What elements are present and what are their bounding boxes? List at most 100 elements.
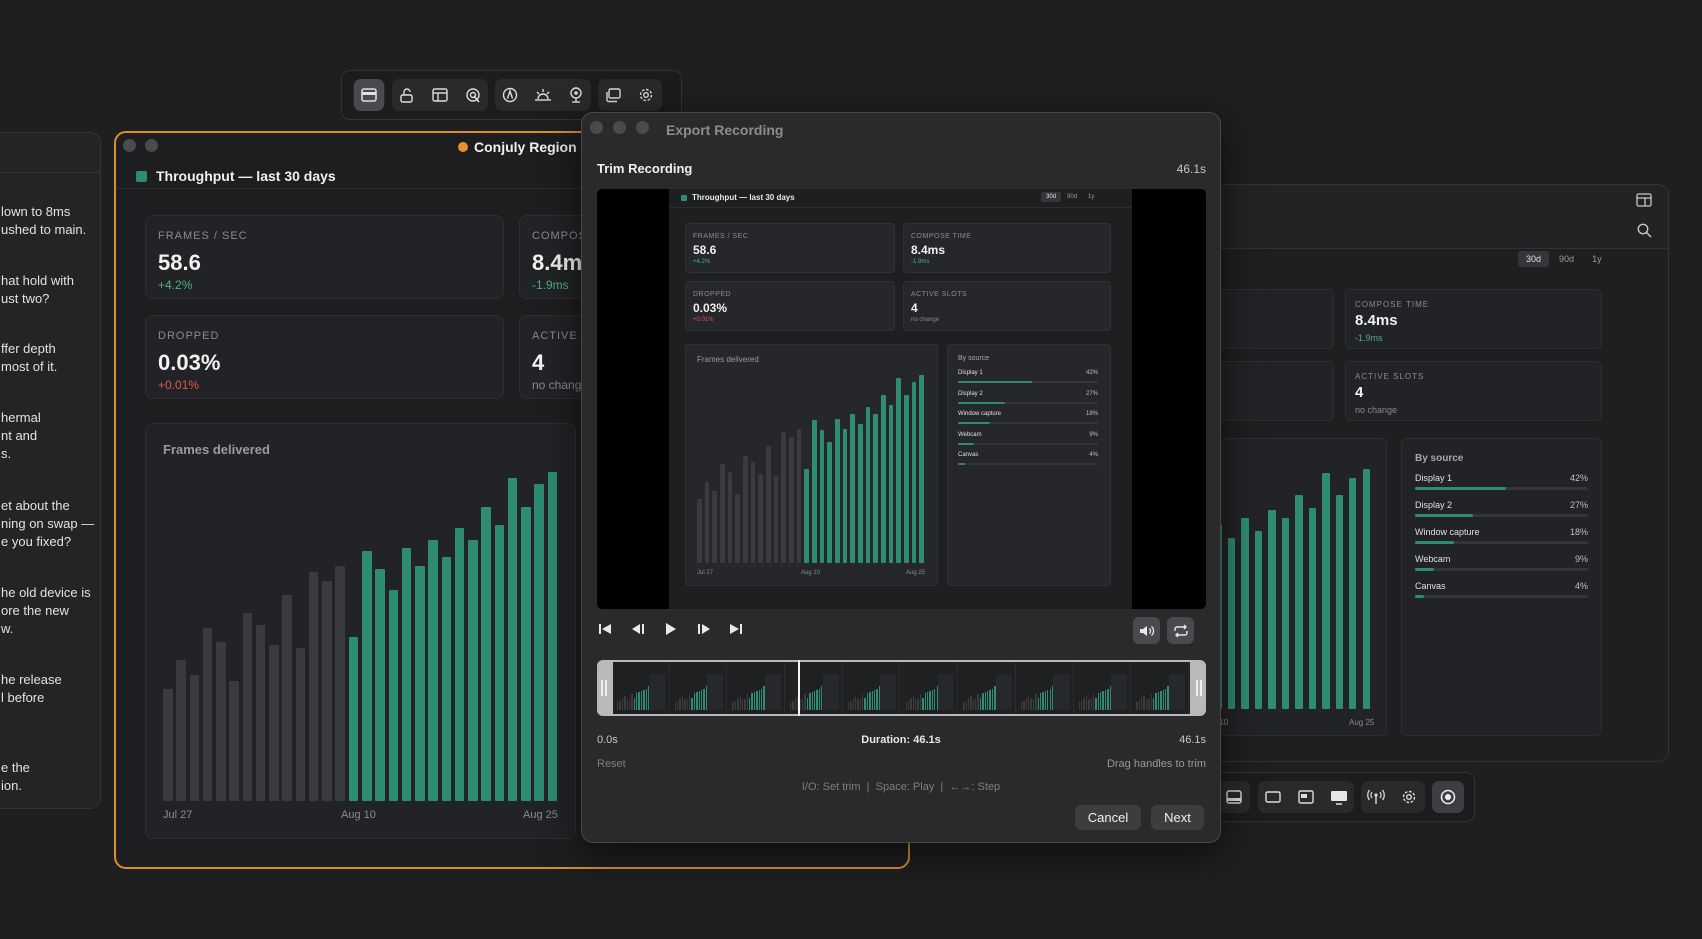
chart-bar bbox=[858, 423, 863, 563]
chart-bar bbox=[295, 648, 306, 801]
trim-hint: Drag handles to trim bbox=[1106, 758, 1206, 770]
dimmer-icon[interactable] bbox=[528, 79, 558, 111]
filmstrip-bar bbox=[859, 698, 862, 710]
filmstrip-bar bbox=[934, 688, 936, 710]
filmstrip-bar bbox=[693, 693, 696, 710]
filmstrip-bar bbox=[1083, 698, 1085, 710]
filmstrip-bar bbox=[847, 701, 850, 710]
trim-timeline[interactable] bbox=[597, 660, 1206, 716]
cancel-button[interactable]: Cancel bbox=[1075, 805, 1141, 830]
webcam-icon[interactable] bbox=[561, 79, 591, 111]
step-forward-button[interactable] bbox=[691, 616, 717, 642]
skip-to-start-button[interactable] bbox=[592, 616, 618, 642]
window-capture-icon[interactable] bbox=[354, 79, 384, 111]
filmstrip-bar bbox=[1028, 696, 1030, 710]
x-tick-label: Aug 10 bbox=[341, 809, 376, 821]
filmstrip-frame bbox=[843, 662, 901, 714]
filmstrip-panel bbox=[880, 674, 897, 710]
volume-icon[interactable] bbox=[1133, 617, 1160, 644]
chart-bar bbox=[362, 551, 372, 801]
filmstrip-bar bbox=[864, 698, 866, 710]
next-button[interactable]: Next bbox=[1151, 805, 1204, 830]
screen-icon[interactable] bbox=[1324, 781, 1354, 813]
filmstrip-bar bbox=[684, 698, 686, 710]
window-capture-icon[interactable] bbox=[1219, 781, 1249, 813]
gear-icon[interactable] bbox=[1394, 781, 1424, 813]
filmstrip-bar bbox=[696, 691, 698, 710]
skip-to-end-button[interactable] bbox=[723, 616, 749, 642]
filmstrip-bar bbox=[688, 693, 691, 710]
step-back-button[interactable] bbox=[625, 616, 651, 642]
filmstrip-bar bbox=[1042, 691, 1044, 710]
copy-windows-icon[interactable] bbox=[598, 79, 628, 111]
source-percent: 42% bbox=[1085, 370, 1098, 376]
filmstrip-frame bbox=[959, 662, 1016, 714]
display-icon[interactable] bbox=[1258, 781, 1288, 813]
trim-handle-start[interactable] bbox=[601, 680, 607, 696]
layout-icon[interactable] bbox=[1291, 781, 1321, 813]
reset-trim-link[interactable]: Reset bbox=[597, 758, 626, 770]
play-button[interactable] bbox=[658, 616, 684, 642]
source-name: Display 1 bbox=[958, 370, 983, 376]
filmstrip-bar bbox=[854, 696, 857, 710]
minimize-window-button[interactable] bbox=[145, 139, 158, 152]
chart-bar bbox=[697, 499, 702, 563]
filmstrip-bar bbox=[756, 690, 758, 710]
filmstrip-bar bbox=[987, 690, 989, 710]
source-row: Display 2 27% bbox=[958, 391, 1098, 410]
gear-icon[interactable] bbox=[631, 79, 661, 111]
pen-icon[interactable] bbox=[495, 79, 525, 111]
chart-bar bbox=[189, 674, 200, 801]
search-icon[interactable] bbox=[1637, 223, 1652, 243]
filmstrip-bar bbox=[679, 698, 681, 710]
source-row: Display 1 42% bbox=[1415, 473, 1588, 498]
range-30d[interactable]: 30d bbox=[1518, 251, 1550, 267]
filmstrip-bar bbox=[876, 688, 878, 710]
close-window-button[interactable] bbox=[123, 139, 136, 152]
playhead[interactable] bbox=[797, 660, 800, 716]
record-icon[interactable] bbox=[1433, 781, 1463, 813]
filmstrip-bar bbox=[1085, 696, 1088, 710]
source-percent: 27% bbox=[1085, 390, 1098, 397]
filmstrip-bar bbox=[984, 691, 987, 710]
filmstrip-bar bbox=[677, 700, 679, 710]
broadcast-icon[interactable] bbox=[1361, 781, 1391, 813]
filmstrip-bar bbox=[1155, 693, 1157, 710]
chart-bar bbox=[428, 539, 438, 801]
filmstrip-bar bbox=[869, 691, 871, 710]
chart-bar bbox=[735, 494, 741, 563]
filmstrip-bar bbox=[1150, 693, 1152, 710]
trim-handle-end[interactable] bbox=[1196, 680, 1202, 696]
chart-bar bbox=[322, 580, 332, 801]
dashboard-window-right: 30d 90d 1y COMPOSE TIME 8.4ms -1.9ms ACT… bbox=[1199, 184, 1669, 762]
chart-bar bbox=[750, 462, 756, 563]
filmstrip-frame bbox=[786, 662, 843, 714]
filmstrip-bar bbox=[749, 698, 751, 710]
source-name: Window capture bbox=[1415, 527, 1480, 537]
filmstrip-bar bbox=[631, 693, 633, 710]
chart-bar bbox=[534, 483, 544, 801]
filmstrip-bar bbox=[871, 690, 874, 710]
video-preview[interactable]: Throughput — last 30 days 30d 90d 1y FRA… bbox=[597, 189, 1206, 609]
layout-icon[interactable] bbox=[425, 79, 455, 111]
source-row: Window capture 18% bbox=[1415, 527, 1588, 552]
source-bar-track bbox=[958, 381, 1098, 383]
filmstrip-bar bbox=[982, 693, 984, 710]
chart-title: Frames delivered bbox=[163, 442, 270, 457]
filmstrip-bar bbox=[907, 700, 910, 710]
cursor-click-icon[interactable] bbox=[458, 79, 488, 111]
source-row: Window capture 18% bbox=[958, 411, 1098, 430]
range-90d[interactable]: 90d bbox=[1551, 251, 1582, 267]
chart-bar bbox=[242, 613, 253, 801]
chart-bar bbox=[255, 624, 266, 801]
filmstrip-panel bbox=[995, 674, 1012, 710]
filmstrip-bar bbox=[645, 688, 647, 710]
chart-bar bbox=[176, 660, 186, 801]
range-1y[interactable]: 1y bbox=[1584, 251, 1610, 267]
chart-bar bbox=[888, 405, 894, 563]
sidebar-toggle-icon[interactable] bbox=[1636, 193, 1652, 212]
unlock-icon[interactable] bbox=[392, 79, 422, 111]
loop-icon[interactable] bbox=[1167, 617, 1194, 644]
source-bar-track bbox=[958, 463, 1098, 465]
filmstrip-bar bbox=[1030, 698, 1032, 710]
